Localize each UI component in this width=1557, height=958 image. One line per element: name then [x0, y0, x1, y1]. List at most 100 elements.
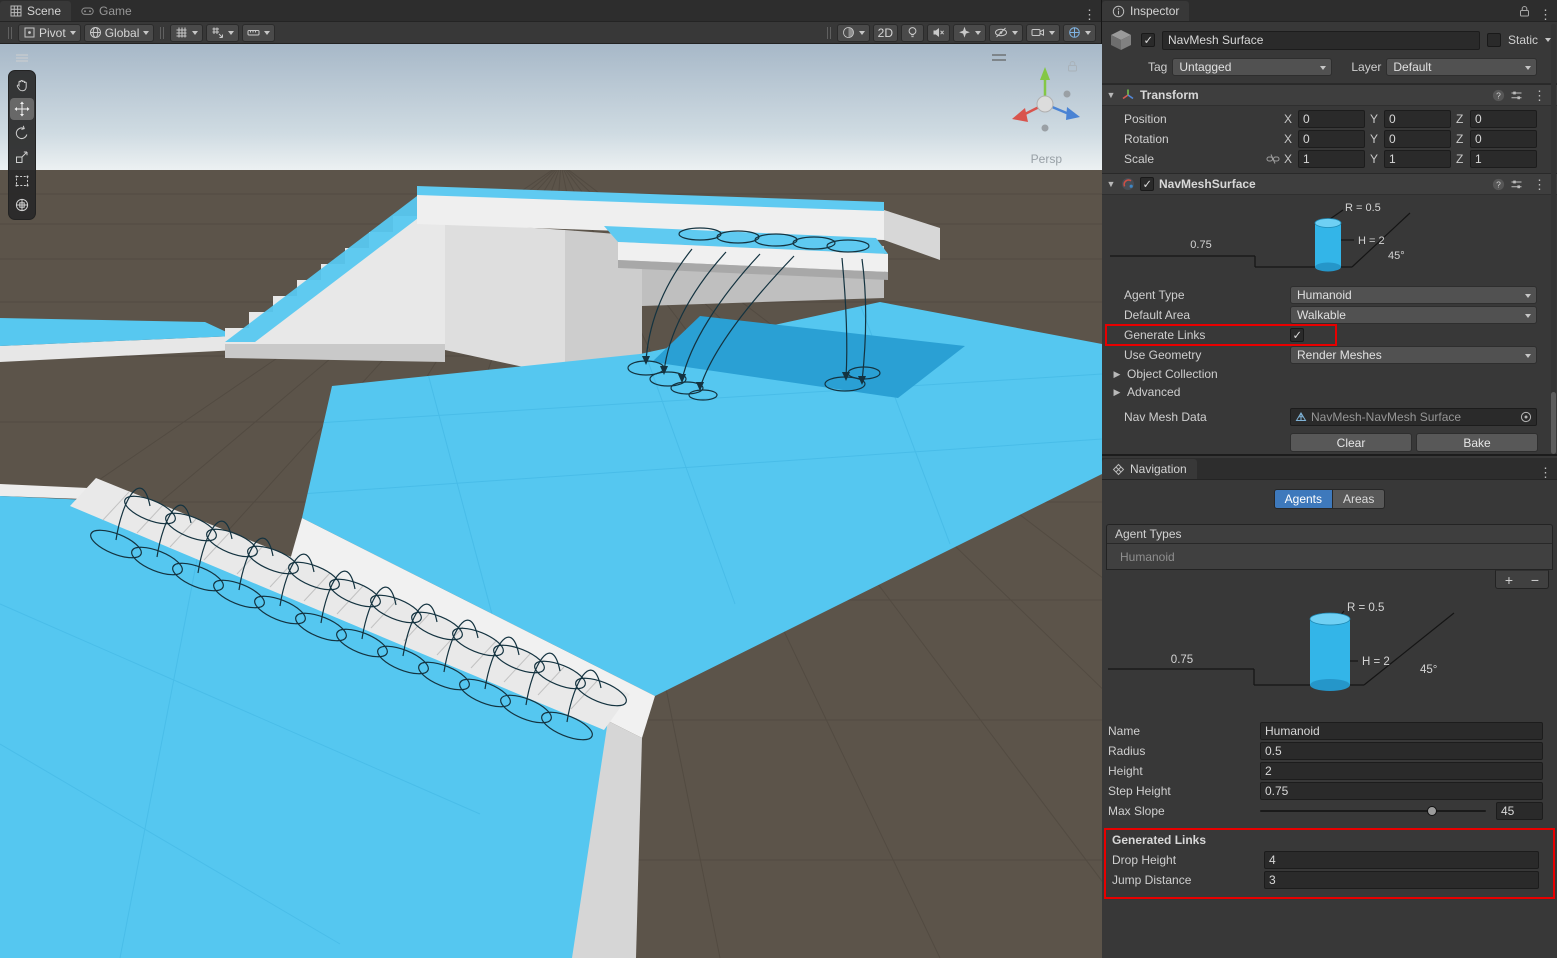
presets-icon[interactable]	[1510, 178, 1523, 191]
areas-tab[interactable]: Areas	[1333, 489, 1385, 509]
remove-agent-type-button[interactable]: −	[1522, 571, 1548, 588]
move-tool[interactable]	[10, 98, 34, 120]
inspector-menu-icon[interactable]: ⋮	[1534, 8, 1557, 21]
toolbar-drag-handle[interactable]	[827, 27, 831, 39]
radius-row: Radius	[1102, 741, 1557, 761]
layer-dropdown[interactable]: Default	[1386, 58, 1537, 76]
tab-navigation[interactable]: Navigation	[1102, 459, 1197, 479]
agents-tab[interactable]: Agents	[1274, 489, 1333, 509]
draw-mode-dropdown[interactable]	[837, 24, 870, 42]
drop-height-field[interactable]	[1264, 851, 1539, 869]
default-area-dropdown[interactable]: Walkable	[1290, 306, 1537, 324]
jump-distance-field[interactable]	[1264, 871, 1539, 889]
agent-type-list-item[interactable]: Humanoid	[1107, 544, 1552, 569]
transform-menu-icon[interactable]: ⋮	[1528, 89, 1551, 102]
help-icon[interactable]: ?	[1492, 89, 1505, 102]
tab-game[interactable]: Game	[71, 1, 142, 21]
gameobject-active-checkbox[interactable]	[1141, 33, 1155, 47]
scene-visibility-dropdown[interactable]	[989, 24, 1023, 42]
svg-text:?: ?	[1496, 90, 1501, 100]
rotate-tool[interactable]	[10, 122, 34, 144]
scrollbar-thumb[interactable]	[1551, 392, 1556, 454]
scene-lighting-toggle[interactable]	[901, 24, 924, 42]
scene-camera-dropdown[interactable]	[1026, 24, 1060, 42]
advanced-foldout[interactable]: ▶ Advanced	[1102, 383, 1557, 401]
presets-icon[interactable]	[1510, 89, 1523, 102]
max-slope-slider[interactable]	[1260, 802, 1486, 820]
gameobject-header: Static Tag Untagged Layer Default	[1102, 22, 1557, 84]
effects-dropdown[interactable]	[953, 24, 986, 42]
projection-mode-label[interactable]: Persp	[1031, 152, 1062, 166]
clear-button[interactable]: Clear	[1290, 433, 1412, 452]
rotation-z-field[interactable]	[1470, 130, 1537, 148]
toolbar-drag-handle[interactable]	[8, 27, 12, 39]
position-y-field[interactable]	[1384, 110, 1451, 128]
pivot-dropdown[interactable]: Pivot	[18, 24, 81, 42]
grid-snap-increment-button[interactable]	[242, 24, 275, 42]
position-x-field[interactable]	[1298, 110, 1365, 128]
max-slope-field[interactable]	[1496, 802, 1543, 820]
scene-tool-palette	[8, 50, 36, 220]
height-row: Height	[1102, 761, 1557, 781]
navigation-tab-label: Navigation	[1130, 462, 1187, 476]
name-field[interactable]	[1260, 722, 1543, 740]
object-picker-icon[interactable]	[1520, 411, 1532, 423]
slider-thumb[interactable]	[1427, 806, 1437, 816]
clear-button-label: Clear	[1337, 436, 1366, 450]
add-agent-type-button[interactable]: +	[1496, 571, 1522, 588]
step-height-field[interactable]	[1260, 782, 1543, 800]
component-enabled-checkbox[interactable]	[1140, 177, 1154, 191]
use-geometry-dropdown[interactable]: Render Meshes	[1290, 346, 1537, 364]
transform-header[interactable]: ▼ Transform ? ⋮	[1102, 84, 1557, 106]
navmeshsurface-header[interactable]: ▼ NavMeshSurface ? ⋮	[1102, 173, 1557, 195]
scene-audio-toggle[interactable]	[927, 24, 950, 42]
tag-dropdown[interactable]: Untagged	[1172, 58, 1332, 76]
generate-links-checkbox[interactable]	[1290, 328, 1304, 342]
navigation-menu-icon[interactable]: ⋮	[1534, 466, 1557, 479]
scale-z-field[interactable]	[1470, 150, 1537, 168]
transform-tool[interactable]	[10, 194, 34, 216]
rotation-y-field[interactable]	[1384, 130, 1451, 148]
help-icon[interactable]: ?	[1492, 178, 1505, 191]
navigation-panel: Navigation ⋮ Agents Areas Agent Types Hu…	[1102, 458, 1557, 958]
gizmos-dropdown[interactable]	[1063, 24, 1096, 42]
scale-y-field[interactable]	[1384, 150, 1451, 168]
snap-settings-button[interactable]	[206, 24, 239, 42]
default-area-label: Default Area	[1124, 308, 1290, 322]
constrain-proportions-icon[interactable]	[1266, 153, 1280, 165]
object-collection-foldout[interactable]: ▶ Object Collection	[1102, 365, 1557, 383]
inspector-scrollbar[interactable]	[1551, 24, 1556, 448]
agent-type-dropdown[interactable]: Humanoid	[1290, 286, 1537, 304]
scene-viewport[interactable]: Persp	[0, 44, 1102, 958]
tab-scene[interactable]: Scene	[0, 1, 71, 21]
2d-view-toggle[interactable]: 2D	[873, 24, 898, 42]
scene-window-menu-icon[interactable]: ⋮	[1078, 8, 1101, 21]
nav-mesh-data-object-field[interactable]: NavMesh-NavMesh Surface	[1290, 408, 1537, 426]
advanced-label: Advanced	[1127, 385, 1180, 399]
grid-visibility-button[interactable]	[170, 24, 203, 42]
audio-muted-icon	[932, 26, 945, 39]
scale-tool[interactable]	[10, 146, 34, 168]
nav-mesh-data-row: Nav Mesh Data NavMesh-NavMesh Surface	[1102, 407, 1557, 427]
rotation-x-field[interactable]	[1298, 130, 1365, 148]
inspector-lock-icon[interactable]	[1515, 1, 1534, 21]
height-field[interactable]	[1260, 762, 1543, 780]
rect-icon	[14, 173, 30, 189]
hand-tool[interactable]	[10, 74, 34, 96]
static-checkbox[interactable]	[1487, 33, 1501, 47]
scale-x-field[interactable]	[1298, 150, 1365, 168]
gameobject-name-field[interactable]	[1162, 31, 1480, 50]
tool-palette-menu-icon[interactable]	[8, 50, 36, 66]
navmeshsurface-menu-icon[interactable]: ⋮	[1528, 178, 1551, 191]
tab-inspector[interactable]: Inspector	[1102, 1, 1189, 21]
radius-field[interactable]	[1260, 742, 1543, 760]
global-dropdown[interactable]: Global	[84, 24, 155, 42]
scene-orientation-gizmo[interactable]	[997, 56, 1092, 151]
foldout-open-icon[interactable]: ▼	[1106, 179, 1116, 189]
rect-tool[interactable]	[10, 170, 34, 192]
foldout-open-icon[interactable]: ▼	[1106, 90, 1116, 100]
slider-track[interactable]	[1260, 810, 1486, 812]
toolbar-drag-handle[interactable]	[160, 27, 164, 39]
bake-button[interactable]: Bake	[1416, 433, 1538, 452]
position-z-field[interactable]	[1470, 110, 1537, 128]
